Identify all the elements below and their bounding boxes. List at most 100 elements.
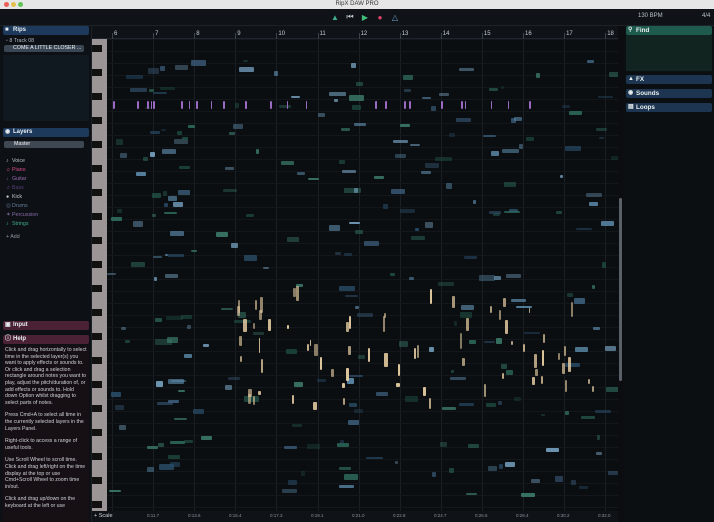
find-header[interactable]: ⚲ Find [626, 26, 712, 35]
vocal-note[interactable] [314, 344, 318, 356]
note-blob[interactable] [130, 262, 146, 268]
note-blob[interactable] [282, 489, 297, 494]
note-blob[interactable] [150, 151, 156, 157]
rips-header[interactable]: ■ Rips [3, 26, 89, 35]
note-blob[interactable] [468, 443, 480, 448]
note-blob[interactable] [448, 133, 455, 138]
note-blob[interactable] [116, 208, 122, 213]
layer-item-percussion[interactable]: ✶ Percussion [6, 212, 38, 218]
note-blob[interactable] [174, 418, 187, 421]
percussion-marker[interactable] [210, 101, 213, 109]
note-blob[interactable] [154, 318, 163, 323]
note-blob[interactable] [118, 424, 127, 430]
note-blob[interactable] [153, 276, 158, 281]
note-blob[interactable] [283, 446, 298, 450]
note-blob[interactable] [167, 195, 177, 202]
note-blob[interactable] [394, 153, 406, 159]
note-blob[interactable] [500, 86, 505, 89]
note-blob[interactable] [291, 96, 300, 99]
note-blob[interactable] [167, 454, 180, 459]
vocal-note[interactable] [237, 305, 241, 317]
note-blob[interactable] [164, 253, 168, 256]
note-blob[interactable] [463, 256, 477, 260]
note-blob[interactable] [589, 201, 599, 206]
percussion-marker[interactable] [245, 101, 247, 109]
vocal-note[interactable] [543, 334, 546, 343]
vocal-note[interactable] [534, 369, 538, 377]
note-blob[interactable] [404, 396, 418, 402]
note-blob[interactable] [465, 493, 477, 496]
note-blob[interactable] [307, 443, 321, 449]
note-blob[interactable] [487, 465, 497, 472]
vocal-note[interactable] [239, 355, 243, 363]
note-blob[interactable] [287, 236, 300, 243]
note-blob[interactable] [566, 292, 573, 297]
note-blob[interactable] [235, 102, 240, 108]
vocal-note[interactable] [267, 319, 271, 331]
percussion-marker[interactable] [529, 101, 531, 109]
note-blob[interactable] [215, 232, 229, 238]
vocal-note[interactable] [466, 317, 470, 331]
percussion-marker[interactable] [147, 101, 149, 109]
note-blob[interactable] [604, 345, 617, 351]
black-key[interactable] [92, 357, 102, 364]
vocal-note[interactable] [564, 345, 566, 356]
note-blob[interactable] [486, 403, 497, 408]
percussion-marker[interactable] [464, 101, 467, 109]
vocal-note[interactable] [567, 356, 572, 373]
note-blob[interactable] [344, 473, 358, 480]
note-blob[interactable] [135, 171, 146, 177]
note-blob[interactable] [242, 59, 249, 63]
layer-item-voice[interactable]: ♪ Voice [6, 158, 25, 164]
layer-item-drums[interactable]: ◎Drums [6, 203, 28, 209]
record-icon[interactable]: ● [375, 12, 385, 22]
vocal-note[interactable] [541, 350, 544, 366]
black-key[interactable] [92, 309, 102, 316]
note-blob[interactable] [564, 411, 569, 416]
rip-item[interactable]: ▫ 8 Track 08 [6, 38, 34, 44]
note-blob[interactable] [607, 470, 618, 476]
note-blob[interactable] [451, 370, 455, 374]
note-blob[interactable] [334, 252, 342, 256]
black-key[interactable] [92, 261, 102, 268]
note-blob[interactable] [151, 193, 161, 198]
note-blob[interactable] [545, 447, 559, 452]
vocal-note[interactable] [349, 316, 351, 330]
note-blob[interactable] [348, 419, 360, 426]
note-blob[interactable] [358, 354, 365, 359]
note-blob[interactable] [482, 134, 496, 138]
black-key[interactable] [92, 285, 102, 292]
note-blob[interactable] [224, 384, 232, 391]
note-blob[interactable] [223, 189, 238, 192]
note-blob[interactable] [167, 254, 185, 258]
vocal-note[interactable] [343, 397, 346, 405]
vocal-note[interactable] [510, 340, 514, 345]
vocal-note[interactable] [384, 352, 388, 367]
note-blob[interactable] [586, 192, 602, 198]
note-blob[interactable] [351, 104, 362, 110]
note-blob[interactable] [409, 143, 421, 147]
percussion-marker[interactable] [305, 101, 308, 109]
percussion-marker[interactable] [441, 101, 443, 109]
note-blob[interactable] [399, 208, 415, 213]
vocal-note[interactable] [417, 344, 419, 358]
percussion-marker[interactable] [375, 101, 377, 109]
note-blob[interactable] [177, 189, 190, 195]
note-blob[interactable] [344, 187, 361, 193]
note-blob[interactable] [341, 169, 356, 173]
vocal-note[interactable] [562, 363, 566, 374]
percussion-marker[interactable] [461, 101, 463, 109]
black-key[interactable] [92, 117, 102, 124]
note-blob[interactable] [165, 274, 178, 279]
note-blob[interactable] [348, 402, 357, 408]
note-blob[interactable] [460, 312, 472, 318]
layer-item-piano[interactable]: ♫ Piano [6, 167, 26, 173]
note-blob[interactable] [163, 203, 169, 208]
black-key[interactable] [92, 237, 102, 244]
note-blob[interactable] [565, 145, 582, 151]
note-blob[interactable] [354, 305, 360, 309]
vocal-note[interactable] [502, 298, 507, 307]
note-blob[interactable] [394, 461, 399, 465]
input-header[interactable]: ▣ Input [3, 321, 89, 330]
note-blob[interactable] [581, 415, 596, 419]
